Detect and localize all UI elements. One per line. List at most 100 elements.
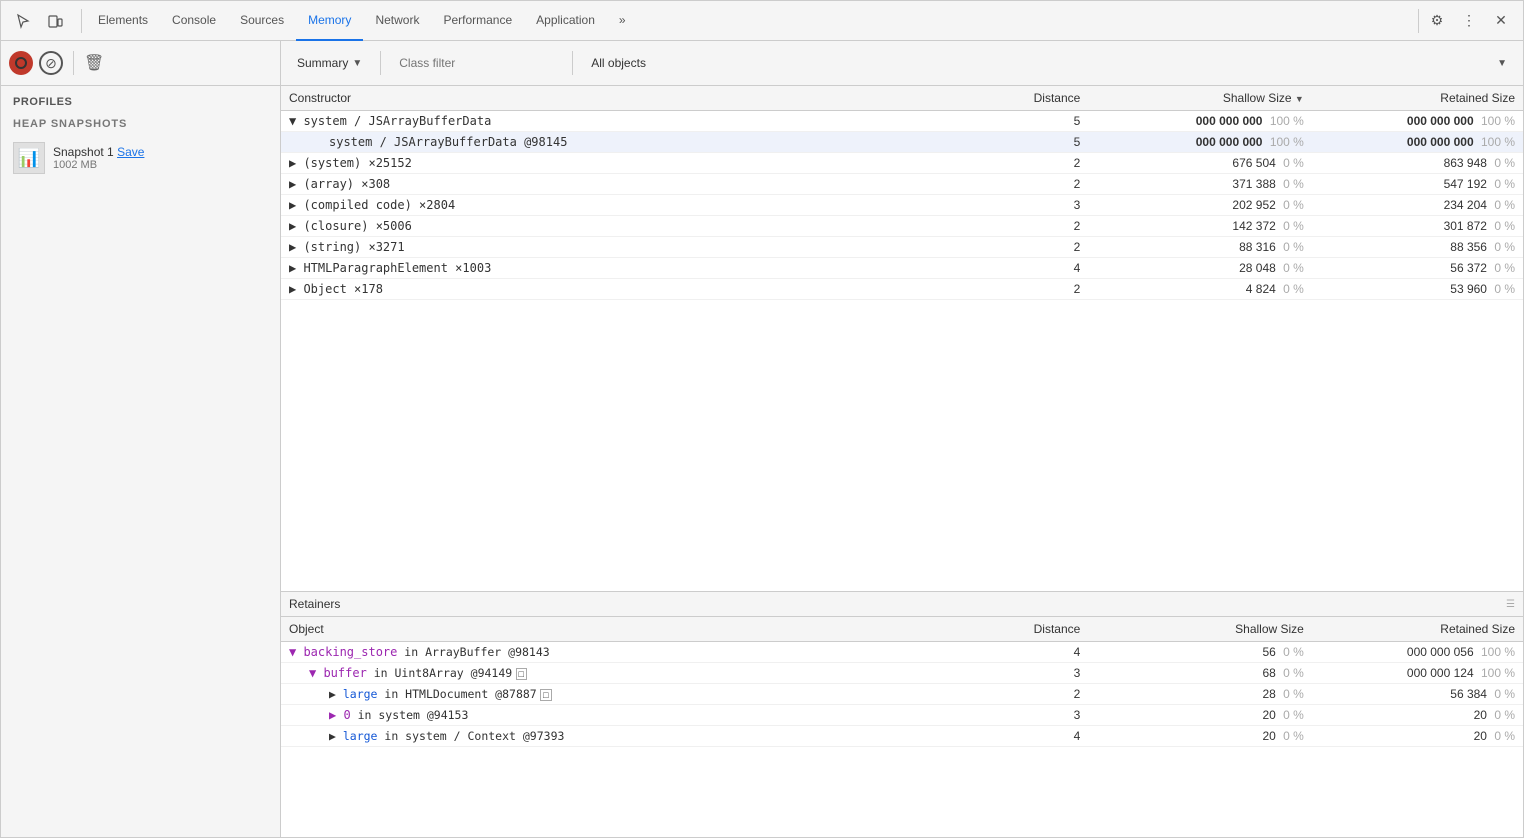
cell-constructor: ▶ (closure) ×5006 [281,216,964,237]
trash-button[interactable]: 🗑 [84,53,104,73]
cell-retained: 863 948 0 % [1312,153,1523,174]
cell-distance: 2 [964,279,1088,300]
tab-console[interactable]: Console [160,1,228,41]
ret-cell-shallow: 20 0 % [1088,705,1312,726]
table-row[interactable]: ▶ large in system / Context @97393 4 20 … [281,726,1523,747]
table-row[interactable]: ▶ large in HTMLDocument @87887 □ 2 28 0 … [281,684,1523,705]
ret-cell-retained: 000 000 124 100 % [1312,663,1523,684]
snapshot-icon: 📊 [13,142,45,174]
all-objects-arrow: ▼ [1497,58,1507,69]
tab-sources[interactable]: Sources [228,1,296,41]
all-objects-dropdown[interactable]: All objects ▼ [583,52,1515,74]
snapshot-save-link[interactable]: Save [117,145,144,159]
more-options-icon[interactable]: ⋮ [1455,7,1483,35]
cell-constructor: system / JSArrayBufferData @98145 [281,132,964,153]
retainers-header: Retainers ☰ [281,591,1523,617]
cell-shallow: 676 504 0 % [1088,153,1312,174]
toolbar-divider-2 [572,51,573,75]
close-icon[interactable]: ✕ [1487,7,1515,35]
tab-divider-1 [81,9,82,33]
cell-retained: 53 960 0 % [1312,279,1523,300]
tab-network[interactable]: Network [363,1,431,41]
sidebar-divider [73,51,74,75]
summary-dropdown-arrow: ▼ [352,58,362,69]
cell-retained: 301 872 0 % [1312,216,1523,237]
cell-retained: 000 000 000 100 % [1312,132,1523,153]
table-row[interactable]: ▶ (array) ×308 2 371 388 0 % 547 192 0 % [281,174,1523,195]
cell-shallow: 28 048 0 % [1088,258,1312,279]
devtools-window: Elements Console Sources Memory Network … [0,0,1524,838]
cell-constructor: ▼ system / JSArrayBufferData [281,111,964,132]
ret-cell-object: ▶ large in system / Context @97393 [281,726,964,747]
table-row[interactable]: ▼ backing_store in ArrayBuffer @98143 4 … [281,642,1523,663]
tab-performance[interactable]: Performance [431,1,524,41]
tab-right-icons: ⚙ ⋮ ✕ [1423,7,1515,35]
cell-retained: 234 204 0 % [1312,195,1523,216]
table-row[interactable]: ▼ system / JSArrayBufferData 5 000 000 0… [281,111,1523,132]
ret-cell-object: ▼ backing_store in ArrayBuffer @98143 [281,642,964,663]
cursor-icon[interactable] [9,7,37,35]
cell-distance: 4 [964,258,1088,279]
ret-cell-distance: 3 [964,663,1088,684]
cell-shallow: 000 000 000 100 % [1088,132,1312,153]
ret-cell-shallow: 68 0 % [1088,663,1312,684]
cell-retained: 88 356 0 % [1312,237,1523,258]
device-toolbar-icon[interactable] [41,7,69,35]
cell-constructor: ▶ HTMLParagraphElement ×1003 [281,258,964,279]
table-row[interactable]: ▶ HTMLParagraphElement ×1003 4 28 048 0 … [281,258,1523,279]
record-button[interactable] [9,51,33,75]
table-row[interactable]: ▼ buffer in Uint8Array @94149 □ 3 68 0 %… [281,663,1523,684]
class-filter-input[interactable] [391,53,562,73]
table-row[interactable]: system / JSArrayBufferData @98145 5 000 … [281,132,1523,153]
snapshot-name: Snapshot 1 Save [53,145,144,159]
cell-shallow: 4 824 0 % [1088,279,1312,300]
cell-shallow: 142 372 0 % [1088,216,1312,237]
cell-constructor: ▶ (string) ×3271 [281,237,964,258]
tab-memory[interactable]: Memory [296,1,363,41]
ret-cell-retained: 000 000 056 100 % [1312,642,1523,663]
retainers-table: Object Distance Shallow Size Retained Si… [281,617,1523,747]
tab-icons [9,7,69,35]
clear-button[interactable]: ⊘ [39,51,63,75]
retainers-table-container[interactable]: Object Distance Shallow Size Retained Si… [281,617,1523,837]
ret-cell-retained: 20 0 % [1312,726,1523,747]
table-row[interactable]: ▶ (system) ×25152 2 676 504 0 % 863 948 … [281,153,1523,174]
table-row[interactable]: ▶ (compiled code) ×2804 3 202 952 0 % 23… [281,195,1523,216]
ret-cell-retained: 20 0 % [1312,705,1523,726]
cell-retained: 000 000 000 100 % [1312,111,1523,132]
cell-shallow: 000 000 000 100 % [1088,111,1312,132]
cell-retained: 547 192 0 % [1312,174,1523,195]
ret-cell-distance: 3 [964,705,1088,726]
heap-snapshots-label: HEAP SNAPSHOTS [1,112,280,136]
cell-distance: 5 [964,132,1088,153]
panel: Summary ▼ All objects ▼ Constructor [281,41,1523,837]
tab-divider-2 [1418,9,1419,33]
tab-elements[interactable]: Elements [86,1,160,41]
ret-cell-object: ▼ buffer in Uint8Array @94149 □ [281,663,964,684]
table-row[interactable]: ▶ 0 in system @94153 3 20 0 % 20 0 % [281,705,1523,726]
profiles-title: Profiles [1,86,280,112]
retainers-table-body: ▼ backing_store in ArrayBuffer @98143 4 … [281,642,1523,747]
settings-icon[interactable]: ⚙ [1423,7,1451,35]
main-table: Constructor Distance Shallow Size ▼ Reta… [281,86,1523,300]
table-row[interactable]: ▶ (closure) ×5006 2 142 372 0 % 301 872 … [281,216,1523,237]
main-area: ⊘ 🗑 Profiles HEAP SNAPSHOTS 📊 Snapshot 1… [1,41,1523,837]
panel-toolbar: Summary ▼ All objects ▼ [281,41,1523,86]
ret-cell-retained: 56 384 0 % [1312,684,1523,705]
cell-constructor: ▶ (system) ×25152 [281,153,964,174]
cell-distance: 3 [964,195,1088,216]
main-table-container[interactable]: Constructor Distance Shallow Size ▼ Reta… [281,86,1523,591]
tab-application[interactable]: Application [524,1,607,41]
table-row[interactable]: ▶ Object ×178 2 4 824 0 % 53 960 0 % [281,279,1523,300]
retainers-scroll-icon: ☰ [1506,599,1515,610]
table-row[interactable]: ▶ (string) ×3271 2 88 316 0 % 88 356 0 % [281,237,1523,258]
sidebar: ⊘ 🗑 Profiles HEAP SNAPSHOTS 📊 Snapshot 1… [1,41,281,837]
cell-constructor: ▶ (array) ×308 [281,174,964,195]
cell-distance: 2 [964,153,1088,174]
summary-dropdown[interactable]: Summary ▼ [289,52,370,74]
ret-cell-distance: 4 [964,726,1088,747]
tab-more[interactable]: » [607,1,638,41]
col-shallow: Shallow Size ▼ [1088,86,1312,111]
snapshot-item[interactable]: 📊 Snapshot 1 Save 1002 MB [1,136,280,180]
ret-cell-shallow: 56 0 % [1088,642,1312,663]
